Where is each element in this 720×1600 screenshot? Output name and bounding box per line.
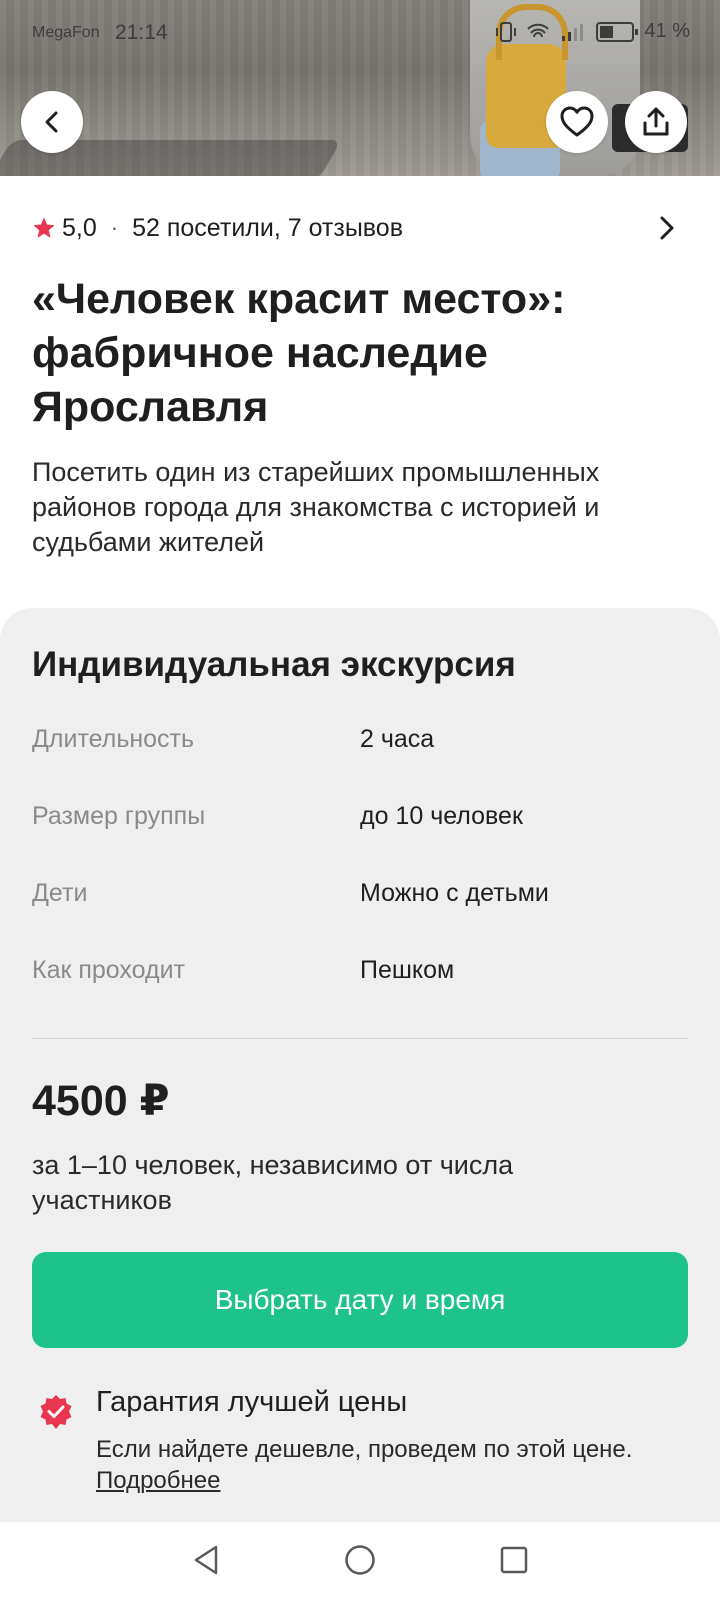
rating-value: 5,0	[62, 213, 97, 242]
badge-check-icon	[40, 1395, 72, 1429]
status-bar: MegaFon 21:14 41 %	[0, 0, 720, 60]
detail-row-format: Как проходит Пешком	[32, 956, 688, 996]
chevron-right-icon	[660, 216, 674, 240]
nav-home-button[interactable]	[340, 1540, 380, 1580]
share-button[interactable]	[625, 91, 687, 153]
back-button[interactable]	[21, 91, 83, 153]
battery-percent: 41 %	[644, 20, 690, 42]
chevron-left-icon	[45, 111, 58, 133]
booking-title: Индивидуальная экскурсия	[32, 645, 516, 684]
detail-value: Можно с детьми	[360, 879, 549, 907]
vibrate-icon	[496, 21, 517, 42]
detail-value: 2 часа	[360, 725, 435, 753]
guarantee-title: Гарантия лучшей цены	[96, 1386, 408, 1418]
detail-row-group-size: Размер группы до 10 человек	[32, 802, 688, 842]
price: 4500 ₽	[32, 1077, 170, 1125]
more-link[interactable]: Подробнее	[96, 1467, 220, 1494]
signal-icon	[562, 23, 584, 41]
carrier-name: MegaFon	[32, 24, 100, 41]
nav-home-icon	[345, 1545, 375, 1575]
price-note: за 1–10 человек, независимо от числа уча…	[32, 1150, 514, 1215]
share-icon	[643, 107, 669, 136]
guarantee-description: Если найдете дешевле, проведем по этой ц…	[96, 1436, 633, 1463]
detail-value: до 10 человек	[360, 802, 523, 830]
detail-label: Дети	[32, 879, 88, 907]
nav-recents-button[interactable]	[494, 1540, 534, 1580]
system-nav-bar	[0, 1522, 720, 1600]
detail-label: Размер группы	[32, 802, 206, 830]
clock: 21:14	[115, 21, 168, 44]
detail-label: Длительность	[32, 725, 195, 753]
nav-back-button[interactable]	[186, 1540, 226, 1580]
star-icon	[33, 217, 55, 238]
favorite-button[interactable]	[546, 91, 608, 153]
divider	[32, 1038, 688, 1039]
wifi-icon	[527, 23, 550, 37]
separator-dot: ·	[110, 215, 119, 240]
rating-row[interactable]: 5,0 · 52 посетили, 7 отзывов	[32, 210, 688, 246]
battery-icon	[596, 21, 639, 42]
guarantee-text: Если найдете дешевле, проведем по этой ц…	[96, 1434, 656, 1496]
detail-label: Как проходит	[32, 956, 185, 984]
select-date-time-button[interactable]: Выбрать дату и время	[32, 1252, 688, 1348]
tour-title: «Человек красит место»: фабричное наслед…	[32, 275, 566, 431]
detail-row-children: Дети Можно с детьми	[32, 879, 688, 919]
nav-back-icon	[194, 1545, 218, 1575]
detail-value: Пешком	[360, 956, 455, 984]
nav-recents-icon	[500, 1546, 528, 1574]
detail-row-duration: Длительность 2 часа	[32, 725, 688, 765]
visits-reviews-count: 52 посетили, 7 отзывов	[132, 213, 403, 242]
booking-card: Индивидуальная экскурсия Длительность 2 …	[0, 608, 720, 1528]
heart-icon	[560, 106, 594, 137]
tour-subtitle: Посетить один из старейших промышленных …	[32, 457, 600, 557]
